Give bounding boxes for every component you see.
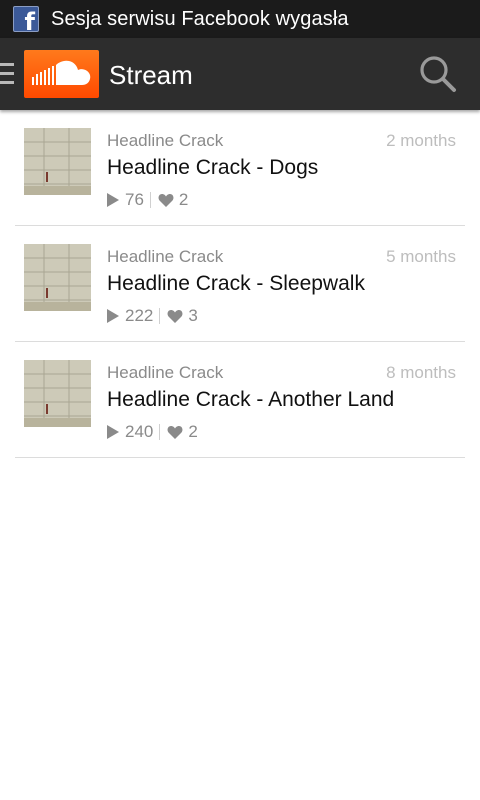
list-item[interactable]: Headline Crack 2 months Headline Crack -… bbox=[15, 110, 465, 226]
facebook-icon[interactable]: f bbox=[13, 6, 39, 32]
artist-name[interactable]: Headline Crack bbox=[107, 247, 223, 267]
search-icon[interactable] bbox=[418, 54, 458, 94]
play-count-icon bbox=[107, 193, 119, 207]
track-title[interactable]: Headline Crack - Dogs bbox=[107, 156, 318, 180]
track-stats: 240 2 bbox=[107, 422, 198, 442]
action-bar: Stream bbox=[0, 38, 480, 110]
track-title[interactable]: Headline Crack - Sleepwalk bbox=[107, 272, 365, 296]
menu-icon[interactable] bbox=[0, 63, 14, 85]
like-count: 2 bbox=[178, 190, 189, 209]
artist-name[interactable]: Headline Crack bbox=[107, 363, 223, 383]
play-count-icon bbox=[107, 309, 119, 323]
track-stats: 222 3 bbox=[107, 306, 198, 326]
track-artwork bbox=[24, 360, 91, 427]
like-count: 3 bbox=[188, 306, 198, 325]
track-artwork bbox=[24, 128, 91, 195]
stream-list: Headline Crack 2 months Headline Crack -… bbox=[0, 110, 480, 458]
track-age: 8 months bbox=[386, 363, 456, 382]
track-age: 2 months bbox=[386, 131, 456, 150]
stats-divider bbox=[159, 424, 161, 440]
play-count: 222 bbox=[125, 306, 154, 325]
heart-icon bbox=[167, 309, 183, 323]
play-count-icon bbox=[107, 425, 119, 439]
heart-icon bbox=[167, 425, 183, 439]
status-bar: f Sesja serwisu Facebook wygasła bbox=[0, 0, 480, 38]
list-item[interactable]: Headline Crack 8 months Headline Crack -… bbox=[15, 342, 465, 458]
stats-divider bbox=[149, 192, 151, 208]
track-age: 5 months bbox=[386, 247, 456, 266]
play-count: 240 bbox=[125, 422, 154, 441]
list-item[interactable]: Headline Crack 5 months Headline Crack -… bbox=[15, 226, 465, 342]
track-artwork bbox=[24, 244, 91, 311]
track-stats: 76 2 bbox=[107, 190, 188, 210]
play-count: 76 bbox=[125, 190, 144, 209]
heart-icon bbox=[158, 193, 174, 207]
notification-text[interactable]: Sesja serwisu Facebook wygasła bbox=[51, 8, 349, 31]
stats-divider bbox=[159, 308, 161, 324]
page-title: Stream bbox=[109, 60, 193, 90]
artist-name[interactable]: Headline Crack bbox=[107, 131, 223, 151]
like-count: 2 bbox=[188, 422, 198, 441]
track-title[interactable]: Headline Crack - Another Land bbox=[107, 388, 394, 412]
soundcloud-logo[interactable] bbox=[24, 50, 99, 98]
